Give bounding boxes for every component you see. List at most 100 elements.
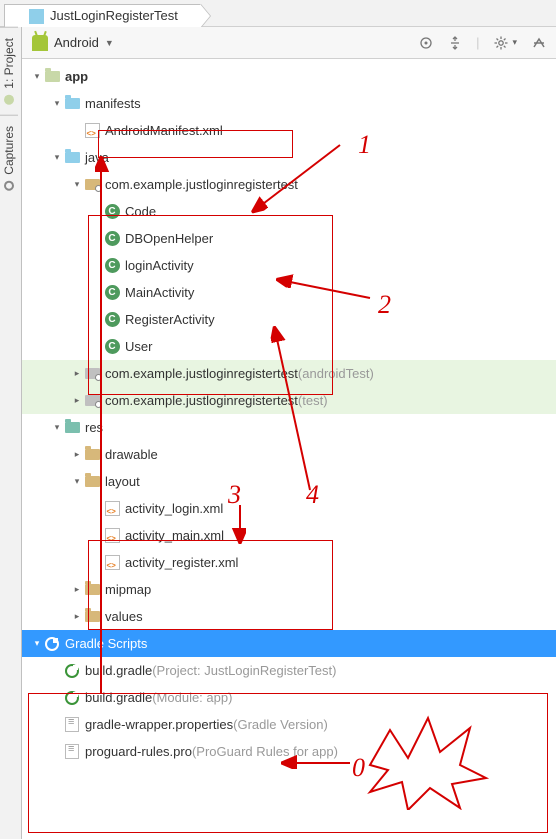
expand-arrow-icon[interactable]: ▾ <box>70 476 84 487</box>
tool-strip: 1: Project Captures <box>0 27 22 839</box>
pg-label: proguard-rules.pro <box>85 744 192 759</box>
tree-layout-file[interactable]: activity_register.xml <box>22 549 556 576</box>
pkg-at-label: com.example.justloginregistertest <box>105 366 298 381</box>
expand-arrow-icon[interactable]: ▾ <box>50 152 64 163</box>
expand-arrow-icon[interactable]: ▾ <box>50 98 64 109</box>
bg-module-label: build.gradle <box>85 690 152 705</box>
tree-drawable[interactable]: ▸ drawable <box>22 441 556 468</box>
hide-icon[interactable] <box>531 35 546 50</box>
tree-layout[interactable]: ▾layout <box>22 468 556 495</box>
tree-pkg-androidtest[interactable]: ▸ com.example.justloginregistertest (andr… <box>22 360 556 387</box>
tree-layout-file[interactable]: activity_login.xml <box>22 495 556 522</box>
layout-file-label: activity_login.xml <box>125 501 223 516</box>
tree-gradle-wrapper[interactable]: gradle-wrapper.properties (Gradle Versio… <box>22 711 556 738</box>
android-icon <box>32 35 48 51</box>
class-label: Code <box>125 204 156 219</box>
tree-class[interactable]: C User <box>22 333 556 360</box>
class-label: DBOpenHelper <box>125 231 213 246</box>
expand-arrow-icon[interactable]: ▸ <box>70 611 84 622</box>
manifests-label: manifests <box>85 96 141 111</box>
expand-arrow-icon[interactable]: ▸ <box>70 395 84 406</box>
breadcrumb-project[interactable]: JustLoginRegisterTest <box>4 4 201 27</box>
pkg-main-label: com.example.justloginregistertest <box>105 177 298 192</box>
view-selector-label[interactable]: Android <box>54 35 99 50</box>
class-label: loginActivity <box>125 258 194 273</box>
tree-manifests[interactable]: ▾ manifests <box>22 90 556 117</box>
tree-app[interactable]: ▾ app <box>22 63 556 90</box>
expand-arrow-icon[interactable]: ▸ <box>70 584 84 595</box>
breadcrumb-bar: JustLoginRegisterTest <box>0 0 556 27</box>
tree-pkg-main[interactable]: ▾ com.example.justloginregistertest <box>22 171 556 198</box>
bg-project-suffix: (Project: JustLoginRegisterTest) <box>152 663 336 678</box>
drawable-label: drawable <box>105 447 158 462</box>
gw-label: gradle-wrapper.properties <box>85 717 233 732</box>
folder-icon <box>85 449 100 460</box>
tree-mipmap[interactable]: ▸mipmap <box>22 576 556 603</box>
project-toolbar: Android ▼ | ▾ <box>22 27 556 59</box>
expand-arrow-icon[interactable]: ▾ <box>30 71 44 82</box>
tree-class[interactable]: CDBOpenHelper <box>22 225 556 252</box>
folder-icon <box>85 584 100 595</box>
gradle-scripts-label: Gradle Scripts <box>65 636 147 651</box>
dropdown-arrow-icon[interactable]: ▼ <box>105 38 114 48</box>
manifest-file-label: AndroidManifest.xml <box>105 123 223 138</box>
class-icon: C <box>105 339 120 354</box>
tree-build-gradle-module[interactable]: build.gradle (Module: app) <box>22 684 556 711</box>
tree-pkg-test[interactable]: ▸com.example.justloginregistertest (test… <box>22 387 556 414</box>
expand-arrow-icon[interactable]: ▸ <box>70 449 84 460</box>
collapse-icon[interactable] <box>447 35 462 50</box>
properties-icon <box>65 744 79 759</box>
target-icon[interactable] <box>418 35 433 50</box>
xml-icon <box>105 501 120 516</box>
tree-gradle-scripts[interactable]: ▾ Gradle Scripts <box>22 630 556 657</box>
xml-icon <box>85 123 100 138</box>
gw-suffix: (Gradle Version) <box>233 717 328 732</box>
tool-project[interactable]: 1: Project <box>0 27 18 115</box>
breadcrumb-label: JustLoginRegisterTest <box>50 5 178 27</box>
folder-icon <box>65 98 80 109</box>
tree-build-gradle-project[interactable]: build.gradle (Project: JustLoginRegister… <box>22 657 556 684</box>
pg-suffix: (ProGuard Rules for app) <box>192 744 338 759</box>
properties-icon <box>65 717 79 732</box>
gear-icon[interactable] <box>493 35 508 50</box>
tree-layout-file[interactable]: activity_main.xml <box>22 522 556 549</box>
tree-java[interactable]: ▾java <box>22 144 556 171</box>
tree-class[interactable]: C RegisterActivity <box>22 306 556 333</box>
folder-icon <box>65 422 80 433</box>
tree-res[interactable]: ▾ res <box>22 414 556 441</box>
values-label: values <box>105 609 143 624</box>
app-label: app <box>65 69 88 84</box>
project-icon <box>4 95 14 105</box>
expand-arrow-icon[interactable]: ▾ <box>50 422 64 433</box>
expand-arrow-icon[interactable]: ▾ <box>70 179 84 190</box>
project-tree[interactable]: ▾ app ▾ manifests AndroidManifest.xml ▾jav… <box>22 59 556 839</box>
folder-icon <box>85 611 100 622</box>
tree-values[interactable]: ▸ values <box>22 603 556 630</box>
class-icon: C <box>105 312 120 327</box>
pkg-at-suffix: (androidTest) <box>298 366 374 381</box>
layout-file-label: activity_main.xml <box>125 528 224 543</box>
tool-captures[interactable]: Captures <box>0 115 18 201</box>
package-icon <box>85 368 100 379</box>
expand-arrow-icon[interactable]: ▸ <box>70 368 84 379</box>
gear-dropdown-icon[interactable]: ▾ <box>512 37 517 48</box>
gradle-icon <box>65 691 79 705</box>
xml-icon <box>105 555 120 570</box>
tree-class[interactable]: CCode <box>22 198 556 225</box>
folder-icon <box>85 476 100 487</box>
captures-icon <box>4 180 14 190</box>
expand-arrow-icon[interactable]: ▾ <box>30 638 44 649</box>
layout-file-label: activity_register.xml <box>125 555 238 570</box>
tree-manifest-file[interactable]: AndroidManifest.xml <box>22 117 556 144</box>
class-label: RegisterActivity <box>125 312 215 327</box>
tree-proguard[interactable]: proguard-rules.pro (ProGuard Rules for a… <box>22 738 556 765</box>
class-label: User <box>125 339 152 354</box>
package-icon <box>85 395 100 406</box>
class-label: MainActivity <box>125 285 194 300</box>
xml-icon <box>105 528 120 543</box>
tree-class[interactable]: CMainActivity <box>22 279 556 306</box>
res-label: res <box>85 420 103 435</box>
tree-class[interactable]: CloginActivity <box>22 252 556 279</box>
gradle-icon <box>45 637 59 651</box>
tool-captures-label: Captures <box>2 126 16 175</box>
